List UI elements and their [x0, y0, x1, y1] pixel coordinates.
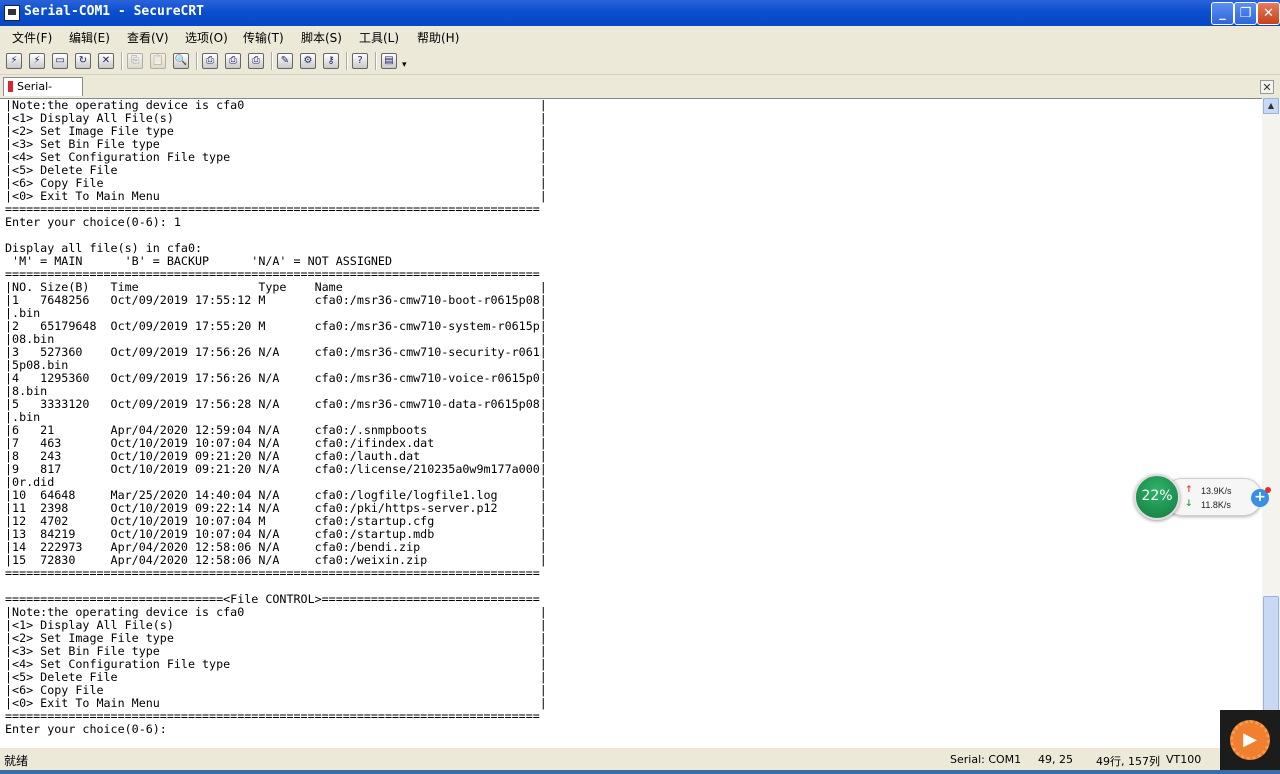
toolbar-separator	[346, 52, 348, 70]
toolbar-separator	[375, 52, 377, 70]
disconnect-icon[interactable]: ✕	[98, 53, 114, 69]
download-arrow-icon: ↓	[1185, 499, 1193, 509]
terminal-line: Enter your choice(0-6): 1	[5, 215, 181, 229]
toolbar-overflow-icon[interactable]: ▾	[402, 60, 407, 70]
app-icon[interactable]	[4, 5, 20, 21]
terminal-line: ========================================…	[5, 566, 540, 580]
menu-script[interactable]: 脚本(S)	[301, 29, 342, 46]
overlay-app-logo[interactable]: ▶	[1220, 710, 1280, 770]
paste-icon[interactable]: 📋	[150, 53, 166, 69]
download-speed: 11.8K/s	[1201, 500, 1231, 510]
status-ready: 就绪	[4, 754, 29, 768]
minimize-button[interactable]: _	[1211, 2, 1234, 25]
tab-bar: Serial-COM1	[0, 75, 1280, 111]
tab-serial-com1[interactable]: Serial-COM1	[3, 77, 83, 111]
status-connection: Serial: COM1	[950, 753, 1022, 766]
toolbar-separator	[121, 52, 123, 70]
toolbar: ⚡ ⚡ ▭ ↻ ✕ ⎘ 📋 🔍 ⎙ ⎙ ⎙ ✎ ⚙ ⚷ ? ▤ ▾	[0, 48, 1280, 75]
terminal-area[interactable]: |Note:the operating device is cfa0 | |<1>…	[0, 98, 1262, 749]
terminal-line: Enter your choice(0-6):	[5, 722, 167, 736]
toolbar-separator	[196, 52, 198, 70]
menu-edit[interactable]: 编辑(E)	[69, 29, 110, 46]
menu-bar: 文件(F) 编辑(E) 查看(V) 选项(O) 传输(T) 脚本(S) 工具(L…	[0, 26, 1280, 48]
menu-options[interactable]: 选项(O)	[185, 29, 228, 46]
menu-tools[interactable]: 工具(L)	[359, 29, 399, 46]
status-terminal-size: 49行, 157列	[1096, 755, 1160, 768]
menu-help[interactable]: 帮助(H)	[417, 29, 459, 46]
menu-transfer[interactable]: 传输(T)	[243, 29, 284, 46]
status-cursor-position: 49, 25	[1038, 753, 1073, 766]
print-icon[interactable]: ⎙	[202, 53, 218, 69]
quick-connect-icon[interactable]: ⚡	[29, 53, 45, 69]
terminal-text: |Note:the operating device is cfa0 | |<1>…	[5, 99, 547, 736]
memory-usage-gauge[interactable]: 22%	[1134, 474, 1180, 520]
printer-icon[interactable]: ⎙	[248, 53, 264, 69]
toolbar-separator	[271, 52, 273, 70]
taskbar-edge	[0, 770, 1280, 774]
title-bar[interactable]: Serial-COM1 - SecureCRT _ ❐ ✕	[0, 0, 1280, 26]
vertical-scrollbar[interactable]: ▲ ▼	[1262, 98, 1280, 748]
global-options-icon[interactable]: ⚙	[300, 53, 316, 69]
keymap-icon[interactable]: ⚷	[323, 53, 339, 69]
window-title: Serial-COM1 - SecureCRT	[24, 4, 205, 19]
status-bar: 就绪 Serial: COM1 49, 25 49行, 157列 VT100	[0, 748, 1280, 770]
connect-icon[interactable]: ⚡	[6, 53, 22, 69]
customize-icon[interactable]: ▤	[381, 53, 397, 69]
help-icon[interactable]: ?	[352, 53, 368, 69]
connection-status-icon	[8, 81, 13, 92]
print-selection-icon[interactable]: ⎙	[225, 53, 241, 69]
connect-tab-icon[interactable]: ▭	[52, 53, 68, 69]
find-icon[interactable]: 🔍	[173, 53, 189, 69]
notification-dot	[1265, 487, 1271, 493]
copy-icon[interactable]: ⎘	[127, 53, 143, 69]
menu-file[interactable]: 文件(F)	[12, 29, 52, 46]
reconnect-icon[interactable]: ↻	[75, 53, 91, 69]
upload-speed: 13.9K/s	[1201, 486, 1232, 496]
close-button[interactable]: ✕	[1257, 2, 1280, 25]
status-emulation: VT100	[1166, 753, 1202, 766]
gear-logo-icon: ▶	[1230, 720, 1270, 760]
menu-view[interactable]: 查看(V)	[127, 29, 169, 46]
upload-arrow-icon: ↑	[1185, 485, 1193, 495]
scroll-up-arrow-icon[interactable]: ▲	[1263, 98, 1279, 114]
close-tab-button[interactable]: ✕	[1260, 80, 1274, 94]
network-speed-widget[interactable]: ↑ 13.9K/s ↓ 11.8K/s + 22%	[1134, 474, 1271, 520]
maximize-button[interactable]: ❐	[1234, 2, 1257, 25]
session-options-icon[interactable]: ✎	[277, 53, 293, 69]
